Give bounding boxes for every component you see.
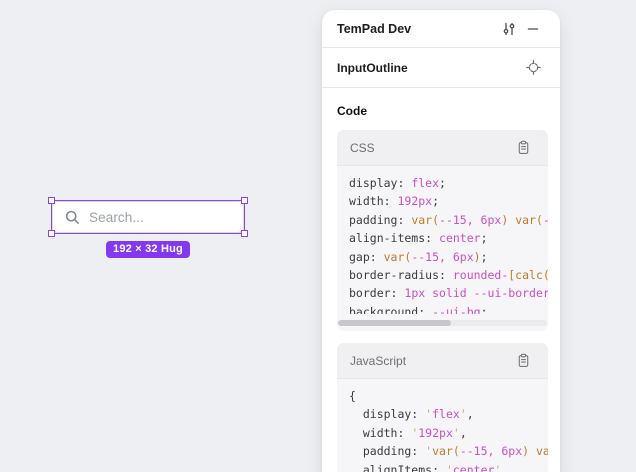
- js-card-label: JavaScript: [350, 354, 511, 368]
- horizontal-scrollbar: [338, 320, 547, 326]
- locate-icon[interactable]: [521, 56, 545, 80]
- css-code: display: flex;width: 192px;padding: var(…: [337, 166, 548, 314]
- code-line: display: 'flex',: [349, 405, 536, 423]
- css-code-card: CSS display: flex;width: 192px;padding: …: [337, 130, 548, 331]
- js-code-card: JavaScript { display: 'flex', width: '19…: [337, 343, 548, 472]
- copy-icon[interactable]: [511, 136, 535, 160]
- plugin-title: TemPad Dev: [337, 22, 497, 36]
- code-line: padding: var(--15, 6px) var(--: [349, 211, 536, 229]
- selection-size-badge: 192 × 32 Hug: [106, 241, 190, 258]
- code-line: border-radius: rounded-[calc(v: [349, 266, 536, 284]
- code-line: padding: 'var(--15, 6px) va: [349, 442, 536, 460]
- component-row: InputOutline: [322, 48, 560, 88]
- code-line: gap: var(--15, 6px);: [349, 248, 536, 266]
- search-placeholder: Search...: [89, 210, 144, 225]
- js-card-header: JavaScript: [337, 343, 548, 379]
- selection-handle-top-right[interactable]: [241, 197, 248, 204]
- code-line: display: flex;: [349, 174, 536, 192]
- scrollbar-thumb[interactable]: [338, 320, 451, 326]
- code-line: background: --ui-bg;: [349, 303, 536, 314]
- search-input[interactable]: Search...: [52, 201, 244, 233]
- minimize-icon[interactable]: [521, 17, 545, 41]
- selection-handle-bottom-right[interactable]: [241, 230, 248, 237]
- css-card-label: CSS: [350, 141, 511, 155]
- search-icon: [64, 209, 81, 226]
- selected-input-component[interactable]: Search...: [52, 201, 244, 233]
- code-line: align-items: center;: [349, 229, 536, 247]
- copy-icon[interactable]: [511, 349, 535, 373]
- figma-canvas-with-plugin: { "canvas": { "search": { "placeholder":…: [0, 0, 636, 472]
- code-line: alignItems: 'center',: [349, 461, 536, 472]
- code-line: border: 1px solid --ui-border-: [349, 284, 536, 302]
- code-section: Code: [322, 88, 560, 120]
- sliders-icon[interactable]: [497, 17, 521, 41]
- code-line: width: '192px',: [349, 424, 536, 442]
- plugin-header: TemPad Dev: [322, 10, 560, 48]
- js-code: { display: 'flex', width: '192px', paddi…: [337, 379, 548, 472]
- selection-handle-top-left[interactable]: [48, 197, 55, 204]
- css-card-header: CSS: [337, 130, 548, 166]
- component-name: InputOutline: [337, 61, 521, 75]
- selection-handle-bottom-left[interactable]: [48, 230, 55, 237]
- code-line: width: 192px;: [349, 192, 536, 210]
- code-line: {: [349, 387, 536, 405]
- tempad-dev-plugin-panel: TemPad Dev InputOutline: [322, 10, 560, 472]
- code-section-title: Code: [337, 102, 545, 120]
